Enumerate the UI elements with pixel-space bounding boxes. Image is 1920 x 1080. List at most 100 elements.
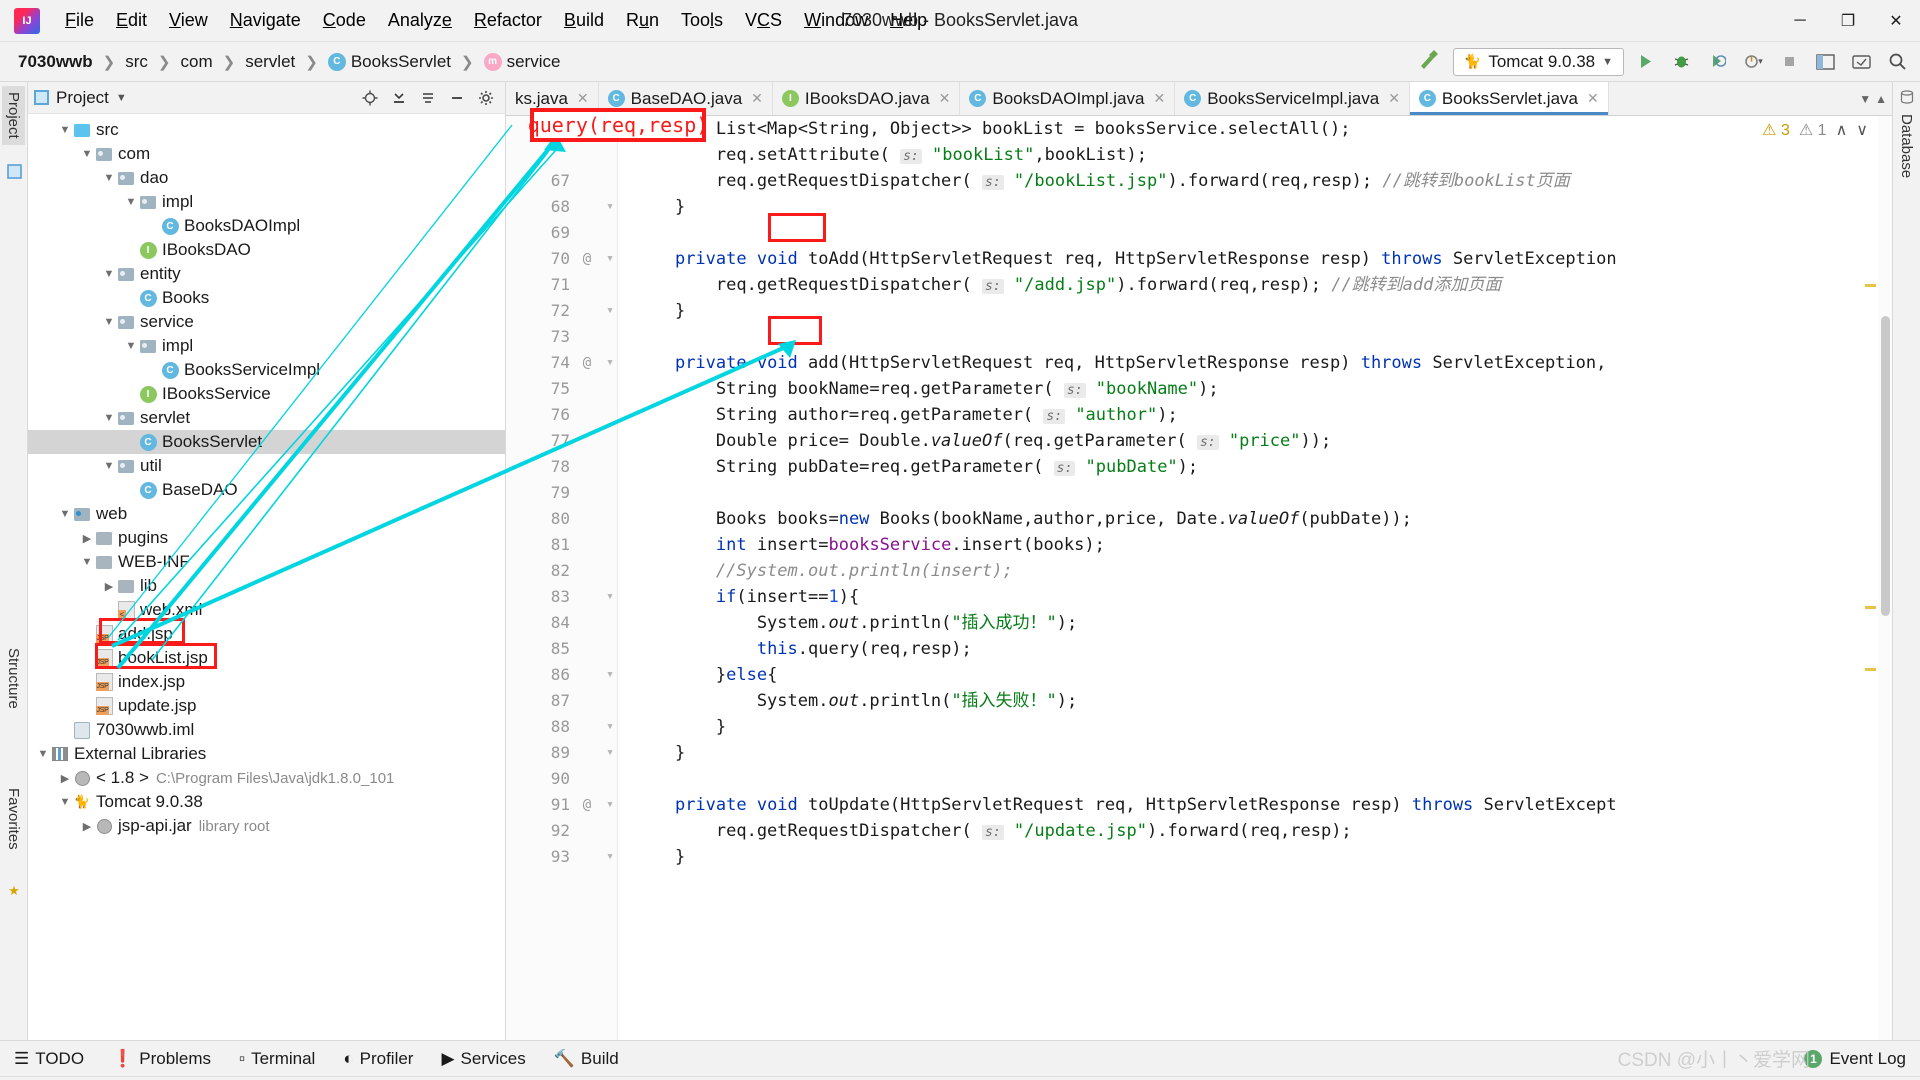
chevron-down-icon[interactable]: ▼ [102,268,116,280]
layout-icon[interactable] [1810,48,1840,76]
search-icon[interactable] [1882,48,1912,76]
tree-node-add-jsp[interactable]: add.jsp [28,622,505,646]
tree-node-pugins[interactable]: ▶ pugins [28,526,505,550]
code-line[interactable]: 75 String bookName=req.getParameter( s: … [506,376,1892,402]
code-line[interactable]: 73 [506,324,1892,350]
breadcrumb-servlet[interactable]: servlet [241,50,299,74]
code-line[interactable]: 86 ▾ }else{ [506,662,1892,688]
tree-node-basedao[interactable]: C BaseDAO [28,478,505,502]
breadcrumb-project[interactable]: 7030wwb [14,50,97,74]
event-log-area[interactable]: 1 Event Log [1804,1049,1920,1069]
code-line[interactable]: req.setAttribute( s: "bookList",bookList… [506,142,1892,168]
sidebar-tab-project[interactable]: Project [2,86,25,145]
run-button[interactable] [1630,48,1660,76]
chevron-down-icon[interactable]: ▼ [102,316,116,328]
chevron-right-icon[interactable]: ▶ [102,580,116,593]
menu-build[interactable]: Build [553,7,615,34]
tree-node-impl[interactable]: ▼ impl [28,190,505,214]
tree-node-ibooksservice[interactable]: I IBooksService [28,382,505,406]
close-icon[interactable]: ✕ [751,90,763,107]
tree-node-util[interactable]: ▼ util [28,454,505,478]
tree-node-booksdaoimpl[interactable]: C BooksDAOImpl [28,214,505,238]
chevron-down-icon[interactable]: ▼ [58,508,72,520]
prev-highlight-icon[interactable]: ∧ [1836,120,1848,140]
code-line[interactable]: 77 Double price= Double.valueOf(req.getP… [506,428,1892,454]
gutter-annotation-icon[interactable]: @ [578,792,596,818]
next-highlight-icon[interactable]: ∨ [1856,120,1868,140]
scrollbar-thumb[interactable] [1881,316,1890,616]
tree-node-jsp-api-jar[interactable]: ▶ jsp-api.jar library root [28,814,505,838]
tree-node-web-xml[interactable]: web.xml [28,598,505,622]
menu-window[interactable]: Window [793,7,879,34]
chevron-down-icon[interactable]: ▼ [1859,92,1871,106]
project-tree[interactable]: ▼ src ▼ com ▼ dao ▼ impl C BooksDAOImpl I IBooksDAO… [28,114,505,1038]
bottom-tab-terminal[interactable]: ▫ Terminal [225,1049,329,1069]
sidebar-tab-favorites[interactable]: Favorites [2,782,25,856]
locate-icon[interactable] [357,86,383,110]
tree-node-com[interactable]: ▼ com [28,142,505,166]
code-line[interactable]: 78 String pubDate=req.getParameter( s: "… [506,454,1892,480]
code-line[interactable]: 89 ▾ } [506,740,1892,766]
menu-code[interactable]: Code [312,7,377,34]
chevron-down-icon[interactable]: ▼ [116,92,127,104]
menu-analyze[interactable]: Analyze [377,7,463,34]
sidebar-tab-structure[interactable]: Structure [2,642,25,715]
close-icon[interactable]: ✕ [939,90,951,107]
bottom-tab-services[interactable]: ▶ Services [427,1049,539,1069]
tree-node-7030wwb-iml[interactable]: 7030wwb.iml [28,718,505,742]
menu-help[interactable]: Help [879,7,938,34]
code-line[interactable]: 66 List<Map<String, Object>> bookList = … [506,116,1892,142]
chevron-down-icon[interactable]: ▼ [58,796,72,808]
tree-node-web[interactable]: ▼ web [28,502,505,526]
code-line[interactable]: 88 ▾ } [506,714,1892,740]
bottom-tab-todo[interactable]: ☰ TODO [0,1049,98,1069]
editor-tab-booksserviceimpl-java[interactable]: C BooksServiceImpl.java ✕ [1175,82,1410,115]
editor-tab-ibooksdao-java[interactable]: I IBooksDAO.java ✕ [772,82,961,115]
tree-node-dao[interactable]: ▼ dao [28,166,505,190]
tree-node-servlet[interactable]: ▼ servlet [28,406,505,430]
tree-node-booksservlet[interactable]: C BooksServlet [28,430,505,454]
tree-node-index-jsp[interactable]: index.jsp [28,670,505,694]
tree-node-lib[interactable]: ▶ lib [28,574,505,598]
code-line[interactable]: 68 ▾ } [506,194,1892,220]
close-icon[interactable]: ✕ [1388,90,1400,107]
build-hammer-icon[interactable] [1409,46,1447,78]
code-fold-icon[interactable]: ▾ [602,298,618,324]
code-line[interactable]: 70 @ ▾ private void toAdd(HttpServletReque… [506,246,1892,272]
editor-tab-booksservlet-java[interactable]: C BooksServlet.java ✕ [1409,82,1609,115]
menu-edit[interactable]: Edit [105,7,158,34]
breadcrumb-src[interactable]: src [121,50,152,74]
profile-button[interactable]: ▾ [1738,48,1768,76]
code-line[interactable]: 82 //System.out.println(insert); [506,558,1892,584]
code-line[interactable]: 76 String author=req.getParameter( s: "a… [506,402,1892,428]
close-icon[interactable]: ✕ [577,90,589,107]
code-fold-icon[interactable]: ▾ [602,194,618,220]
expand-all-icon[interactable] [386,86,412,110]
chevron-right-icon[interactable]: ▶ [80,820,94,833]
code-line[interactable]: 81 int insert=booksService.insert(books)… [506,532,1892,558]
bottom-tab-build[interactable]: 🔨 Build [540,1049,633,1069]
tree-node-entity[interactable]: ▼ entity [28,262,505,286]
code-line[interactable]: 91 @ ▾ private void toUpdate(HttpServletRe… [506,792,1892,818]
code-fold-icon[interactable]: ▾ [602,584,618,610]
debug-button[interactable] [1666,48,1696,76]
code-fold-icon[interactable]: ▾ [602,246,618,272]
chevron-down-icon[interactable]: ▼ [124,340,138,352]
tree-node-impl[interactable]: ▼ impl [28,334,505,358]
code-line[interactable]: 90 [506,766,1892,792]
chevron-down-icon[interactable]: ▼ [58,124,72,136]
tree-node-src[interactable]: ▼ src [28,118,505,142]
editor-scrollbar[interactable] [1878,116,1892,1040]
code-line[interactable]: 67 req.getRequestDispatcher( s: "/bookLi… [506,168,1892,194]
breadcrumb-method[interactable]: m service [480,50,565,74]
code-line[interactable]: 85 this.query(req,resp); [506,636,1892,662]
bottom-tab-problems[interactable]: ❗ Problems [98,1049,225,1069]
close-icon[interactable]: ✕ [1587,90,1599,107]
close-button[interactable]: ✕ [1872,0,1920,42]
editor-tab-booksdaoimpl-java[interactable]: C BooksDAOImpl.java ✕ [960,82,1176,115]
tree-node-external-libraries[interactable]: ▼ External Libraries [28,742,505,766]
code-line[interactable]: 79 [506,480,1892,506]
tree-node-books[interactable]: C Books [28,286,505,310]
tree-node-update-jsp[interactable]: update.jsp [28,694,505,718]
code-line[interactable]: 74 @ ▾ private void add(HttpServletRequest… [506,350,1892,376]
